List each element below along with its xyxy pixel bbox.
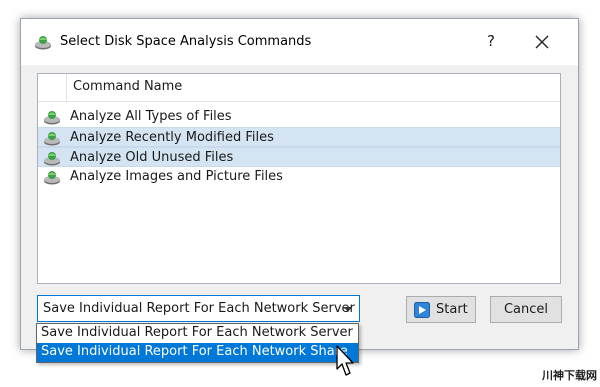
mouse-cursor-icon xyxy=(336,345,354,376)
report-mode-dropdown: Save Individual Report For Each Network … xyxy=(36,323,359,363)
list-item[interactable]: Analyze All Types of Files xyxy=(38,107,560,127)
title-bar: Select Disk Space Analysis Commands ? xyxy=(21,19,578,65)
command-list[interactable]: Command Name Analyze All Types of Files … xyxy=(37,73,561,284)
list-item[interactable]: Analyze Old Unused Files xyxy=(38,147,560,167)
disk-analysis-icon xyxy=(44,171,60,185)
list-header: Command Name xyxy=(38,74,560,102)
list-item-label: Analyze All Types of Files xyxy=(70,109,232,124)
window-title: Select Disk Space Analysis Commands xyxy=(60,34,312,49)
disk-analysis-icon xyxy=(44,152,60,166)
list-item[interactable]: Analyze Recently Modified Files xyxy=(38,127,560,147)
start-button[interactable]: Start xyxy=(406,296,476,323)
watermark-text: 川神下载网 xyxy=(542,369,597,382)
dropdown-option-label: Save Individual Report For Each Network … xyxy=(41,325,353,340)
dropdown-option[interactable]: Save Individual Report For Each Network … xyxy=(37,324,358,343)
report-mode-value: Save Individual Report For Each Network … xyxy=(43,301,355,316)
play-icon xyxy=(414,302,430,318)
close-icon[interactable] xyxy=(529,29,555,55)
chevron-down-icon[interactable] xyxy=(344,307,352,312)
cancel-button[interactable]: Cancel xyxy=(490,296,562,323)
report-mode-select[interactable]: Save Individual Report For Each Network … xyxy=(37,295,360,322)
dropdown-option-label: Save Individual Report For Each Network … xyxy=(41,344,348,359)
disk-analysis-icon xyxy=(44,132,60,146)
list-item-label: Analyze Old Unused Files xyxy=(70,150,234,165)
list-item[interactable]: Analyze Images and Picture Files xyxy=(38,167,560,187)
disk-analysis-icon xyxy=(44,111,60,125)
header-icon-column xyxy=(38,74,67,101)
dropdown-option-highlighted[interactable]: Save Individual Report For Each Network … xyxy=(37,343,358,362)
cancel-button-label: Cancel xyxy=(503,302,549,317)
list-item-label: Analyze Recently Modified Files xyxy=(70,130,274,145)
start-button-label: Start xyxy=(436,302,468,317)
list-item-label: Analyze Images and Picture Files xyxy=(70,169,283,184)
help-button[interactable]: ? xyxy=(479,29,503,53)
column-header-command-name[interactable]: Command Name xyxy=(73,79,182,94)
dialog-window: Select Disk Space Analysis Commands ? Co… xyxy=(20,18,579,350)
disk-analysis-icon xyxy=(35,36,51,50)
